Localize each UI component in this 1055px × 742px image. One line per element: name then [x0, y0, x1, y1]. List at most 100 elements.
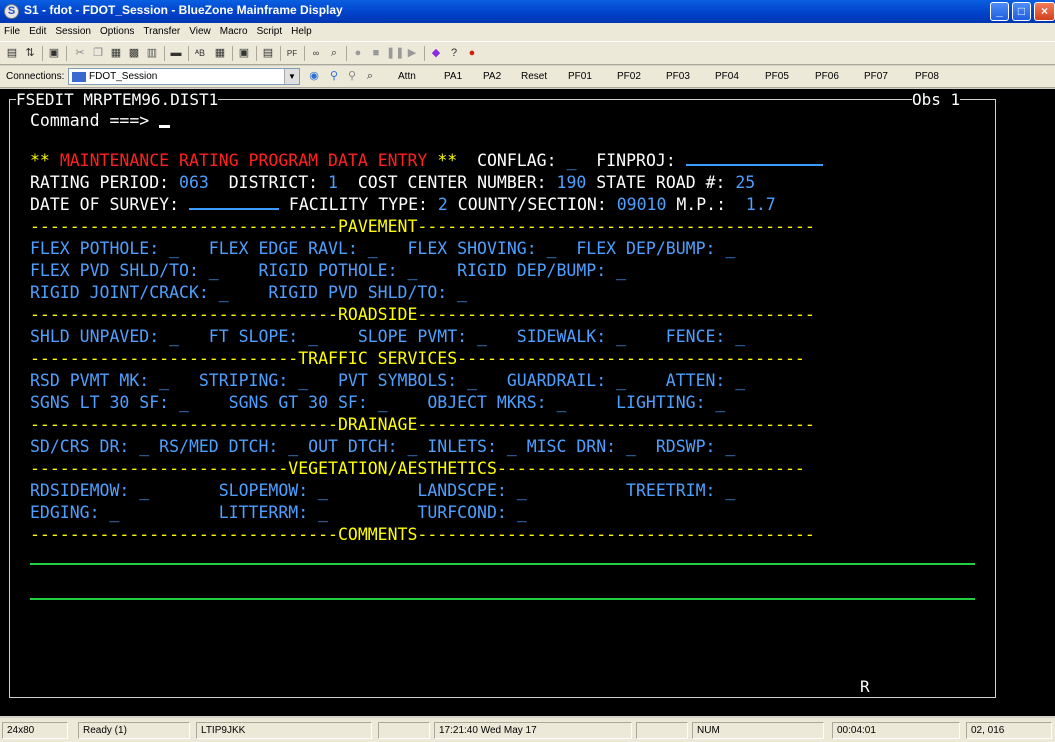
separator-pavement: -------------------------------PAVEMENT-… — [30, 217, 815, 236]
key-attn[interactable]: Attn — [398, 71, 416, 82]
terminal-header-obs: Obs 1 — [912, 90, 961, 110]
traffic-row-1[interactable]: RSD PVMT MK: _ STRIPING: _ PVT SYMBOLS: … — [30, 371, 745, 391]
survey-line: DATE OF SURVEY: FACILITY TYPE: 2 COUNTY/… — [30, 195, 776, 214]
cost-center-field[interactable]: 190 — [557, 173, 587, 192]
key-pf08[interactable]: PF08 — [915, 71, 939, 82]
key-pf06[interactable]: PF06 — [815, 71, 839, 82]
vegetation-row-2[interactable]: EDGING: _ LITTERRM: _ TURFCOND: _ — [30, 503, 527, 523]
terminal-screen[interactable]: FSEDIT MRPTEM96.DIST1 Obs 1 Command ===>… — [0, 89, 1055, 716]
menu-edit[interactable]: Edit — [25, 23, 51, 37]
find-icon[interactable]: ⌕ — [326, 46, 342, 61]
host-icon[interactable]: ▣ — [46, 46, 62, 61]
print-icon[interactable]: ▥ — [144, 46, 160, 61]
doc-icon[interactable]: ▤ — [260, 46, 276, 61]
session-find-icon[interactable]: ⌕ — [362, 69, 378, 84]
key-pf07[interactable]: PF07 — [864, 71, 888, 82]
status-cursor-position: 02, 016 — [966, 722, 1052, 739]
pavement-row-3[interactable]: RIGID JOINT/CRACK: _ RIGID PVD SHLD/TO: … — [30, 283, 467, 303]
maximize-button[interactable]: □ — [1012, 2, 1031, 21]
drainage-row-1[interactable]: SD/CRS DR: _ RS/MED DTCH: _ OUT DTCH: _ … — [30, 437, 735, 457]
menu-macro[interactable]: Macro — [216, 23, 253, 37]
comments-field-2[interactable] — [30, 598, 975, 600]
chevron-down-icon[interactable]: ▼ — [284, 69, 299, 84]
paste-icon[interactable]: ▦ — [108, 46, 124, 61]
terminal-footer-indicator: R — [860, 677, 870, 697]
reconnect-icon[interactable]: ⚲ — [344, 69, 360, 84]
form-title-line: ** MAINTENANCE RATING PROGRAM DATA ENTRY… — [30, 151, 823, 171]
book-icon[interactable]: ◆ — [428, 46, 444, 61]
connect-icon[interactable]: ◉ — [306, 69, 322, 84]
title-bar[interactable]: S S1 - fdot - FDOT_Session - BlueZone Ma… — [0, 0, 1055, 23]
toolbar: ▤ ⇅ ▣ ✂ ❐ ▦ ▩ ▥ ▬ ᴬB ▦ ▣ ▤ PF ∞ ⌕ ● ■ ❚❚… — [0, 41, 1055, 65]
menu-transfer[interactable]: Transfer — [139, 23, 185, 37]
command-line[interactable]: Command ===> — [30, 111, 171, 131]
rating-period-field[interactable]: 063 — [179, 173, 209, 192]
menu-session[interactable]: Session — [51, 23, 96, 37]
key-pa2[interactable]: PA2 — [483, 71, 501, 82]
save-icon[interactable]: ▩ — [126, 46, 142, 61]
separator-comments: -------------------------------COMMENTS-… — [30, 525, 815, 544]
stop-icon[interactable]: ■ — [368, 46, 384, 61]
conflag-field[interactable]: _ — [566, 151, 576, 170]
menu-script[interactable]: Script — [253, 23, 288, 37]
disconnect-icon[interactable]: ⚲ — [326, 69, 342, 84]
session-select[interactable]: FDOT_Session ▼ — [68, 68, 300, 85]
date-of-survey-field[interactable] — [188, 196, 279, 210]
macro-record-icon[interactable]: ∞ — [308, 46, 324, 61]
traffic-row-2[interactable]: SGNS LT 30 SF: _ SGNS GT 30 SF: _ OBJECT… — [30, 393, 725, 413]
status-num-lock: NUM — [692, 722, 824, 739]
state-road-field[interactable]: 25 — [735, 173, 755, 192]
comments-field-1[interactable] — [30, 563, 975, 565]
finproj-field[interactable] — [685, 152, 823, 166]
command-label: Command ===> — [30, 111, 150, 130]
help-icon[interactable]: ? — [446, 46, 462, 61]
county-section-field[interactable]: 09010 — [617, 195, 667, 214]
key-pf02[interactable]: PF02 — [617, 71, 641, 82]
copy-screen-icon[interactable]: ▬ — [168, 46, 184, 61]
apple-icon[interactable]: ● — [464, 46, 480, 61]
menu-file[interactable]: File — [0, 23, 25, 37]
menu-options[interactable]: Options — [96, 23, 139, 37]
key-reset[interactable]: Reset — [521, 71, 547, 82]
key-pf04[interactable]: PF04 — [715, 71, 739, 82]
host-icon-2[interactable]: ▣ — [236, 46, 252, 61]
terminal-header-title: FSEDIT MRPTEM96.DIST1 — [16, 90, 219, 110]
roadside-row-1[interactable]: SHLD UNPAVED: _ FT SLOPE: _ SLOPE PVMT: … — [30, 327, 745, 347]
key-pf05[interactable]: PF05 — [765, 71, 789, 82]
window-title: S1 - fdot - FDOT_Session - BlueZone Main… — [24, 3, 343, 17]
play-icon[interactable]: ▶ — [404, 46, 420, 61]
font-icon[interactable]: ᴬB — [192, 46, 208, 61]
bluezone-s-icon[interactable]: S — [4, 4, 19, 19]
cut-icon[interactable]: ✂ — [72, 46, 88, 61]
menu-view[interactable]: View — [185, 23, 216, 37]
receive-icon[interactable]: ⇅ — [22, 46, 38, 61]
key-pf01[interactable]: PF01 — [568, 71, 592, 82]
connections-label: Connections: — [6, 71, 65, 82]
rating-line: RATING PERIOD: 063 DISTRICT: 1 COST CENT… — [30, 173, 756, 192]
key-pf03[interactable]: PF03 — [666, 71, 690, 82]
pavement-row-2[interactable]: FLEX PVD SHLD/TO: _ RIGID POTHOLE: _ RIG… — [30, 261, 626, 281]
session-icon — [72, 72, 86, 82]
facility-type-field[interactable]: 2 — [438, 195, 448, 214]
minimize-button[interactable]: _ — [990, 2, 1009, 21]
grid-icon[interactable]: ▦ — [212, 46, 228, 61]
vegetation-row-1[interactable]: RDSIDEMOW: _ SLOPEMOW: _ LANDSCPE: _ TRE… — [30, 481, 735, 501]
status-screen-size: 24x80 — [2, 722, 68, 739]
menu-help[interactable]: Help — [287, 23, 317, 37]
pause-icon[interactable]: ❚❚ — [386, 46, 404, 61]
separator-roadside: -------------------------------ROADSIDE-… — [30, 305, 815, 324]
menu-bar: File Edit Session Options Transfer View Macro S… — [0, 23, 1055, 41]
key-pa1[interactable]: PA1 — [444, 71, 462, 82]
close-button[interactable]: × — [1034, 2, 1055, 21]
status-elapsed: 00:04:01 — [832, 722, 960, 739]
status-blank-1 — [378, 722, 430, 739]
district-field[interactable]: 1 — [328, 173, 338, 192]
send-icon[interactable]: ▤ — [4, 46, 20, 61]
status-clock: 17:21:40 Wed May 17 — [434, 722, 632, 739]
pavement-row-1[interactable]: FLEX POTHOLE: _ FLEX EDGE RAVL: _ FLEX S… — [30, 239, 735, 259]
record-icon[interactable]: ● — [350, 46, 366, 61]
copy-icon[interactable]: ❐ — [90, 46, 106, 61]
mp-field[interactable]: 1.7 — [746, 195, 776, 214]
status-lu-name: LTIP9JKK — [196, 722, 372, 739]
hotspot-icon[interactable]: PF — [284, 46, 300, 61]
